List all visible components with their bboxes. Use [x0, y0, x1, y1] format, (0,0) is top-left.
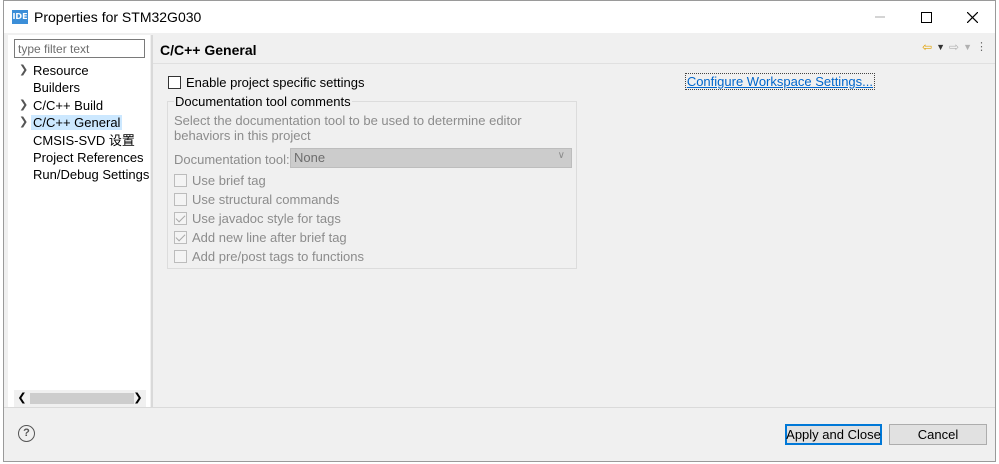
checkbox-label: Use javadoc style for tags: [192, 211, 341, 226]
close-icon: [966, 11, 978, 23]
configure-workspace-settings-link[interactable]: Configure Workspace Settings...: [684, 73, 876, 90]
maximize-button[interactable]: [903, 1, 949, 33]
ide-app-icon: IDE: [12, 10, 28, 24]
chevron-right-icon[interactable]: ❯: [19, 62, 28, 79]
checkbox-label: Enable project specific settings: [186, 75, 365, 90]
checkbox-box[interactable]: [174, 250, 187, 263]
checkbox-label: Add pre/post tags to functions: [192, 249, 364, 264]
close-button[interactable]: [949, 1, 995, 33]
add-new-line-after-brief-tag-checkbox[interactable]: Add new line after brief tag: [174, 230, 347, 245]
window-title: Properties for STM32G030: [34, 9, 202, 25]
page-navigation: ⇦ ▼ ⇨ ▼ ⋮: [922, 40, 987, 54]
tree-item-run-debug-settings[interactable]: Run/Debug Settings: [8, 166, 150, 183]
view-menu-icon[interactable]: ⋮: [976, 40, 987, 54]
chevron-right-icon[interactable]: ❯: [19, 114, 28, 131]
minimize-button[interactable]: [857, 1, 903, 33]
checkbox-label: Use brief tag: [192, 173, 266, 188]
group-title: Documentation tool comments: [174, 94, 352, 109]
use-javadoc-style-checkbox[interactable]: Use javadoc style for tags: [174, 211, 341, 226]
tree-item-cpp-build[interactable]: ❯ C/C++ Build: [8, 97, 150, 114]
tree-item-project-references[interactable]: Project References: [8, 149, 150, 166]
apply-and-close-button[interactable]: Apply and Close: [785, 424, 882, 445]
tree-item-label: Project References: [33, 149, 144, 165]
checkbox-box[interactable]: [174, 174, 187, 187]
tree-item-cpp-general[interactable]: ❯ C/C++ General: [8, 114, 150, 131]
properties-tree-pane: ❯ Resource Builders ❯ C/C++ Build ❯ C/C+…: [8, 35, 150, 407]
tree-item-label: C/C++ Build: [33, 97, 104, 113]
checkbox-box[interactable]: [174, 231, 187, 244]
documentation-tool-select[interactable]: None ∨: [290, 148, 572, 168]
filter-input[interactable]: [14, 39, 145, 58]
use-brief-tag-checkbox[interactable]: Use brief tag: [174, 173, 266, 188]
documentation-tool-label: Documentation tool:: [174, 152, 290, 167]
enable-project-specific-checkbox[interactable]: Enable project specific settings: [168, 75, 364, 90]
scroll-left-icon[interactable]: ❮: [16, 391, 28, 406]
properties-dialog: IDE Properties for STM32G030 ❯ Resource …: [3, 0, 996, 462]
tree-item-label: Builders: [33, 80, 80, 96]
properties-tree: ❯ Resource Builders ❯ C/C++ Build ❯ C/C+…: [8, 62, 150, 184]
tree-item-builders[interactable]: Builders: [8, 79, 150, 96]
scrollbar-thumb[interactable]: [30, 393, 134, 404]
select-value: None: [294, 150, 326, 165]
tree-item-label: Resource: [33, 63, 89, 78]
tree-item-label: CMSIS-SVD 设置: [33, 132, 135, 148]
back-dropdown-icon[interactable]: ▼: [936, 42, 945, 54]
forward-dropdown-icon[interactable]: ▼: [963, 42, 972, 54]
chevron-right-icon[interactable]: ❯: [19, 97, 28, 114]
help-icon[interactable]: ?: [18, 425, 35, 442]
tree-item-label: C/C++ General: [31, 115, 123, 131]
cancel-button[interactable]: Cancel: [889, 424, 987, 445]
title-bar[interactable]: IDE Properties for STM32G030: [4, 1, 995, 33]
documentation-tool-group: Documentation tool comments Select the d…: [167, 94, 577, 269]
title-divider: [153, 63, 995, 64]
horizontal-scrollbar[interactable]: ❮ ❯: [14, 390, 146, 407]
checkbox-box[interactable]: [174, 193, 187, 206]
checkbox-label: Add new line after brief tag: [192, 230, 347, 245]
scroll-right-icon[interactable]: ❯: [132, 391, 144, 406]
page-title: C/C++ General: [160, 42, 257, 58]
back-arrow-icon[interactable]: ⇦: [922, 40, 932, 54]
button-bar-divider: [4, 407, 995, 408]
group-description: Select the documentation tool to be used…: [174, 113, 522, 143]
forward-arrow-icon[interactable]: ⇨: [949, 40, 959, 54]
minimize-icon: [875, 16, 885, 18]
maximize-icon: [920, 11, 932, 23]
checkbox-label: Use structural commands: [192, 192, 340, 207]
use-structural-commands-checkbox[interactable]: Use structural commands: [174, 192, 339, 207]
add-pre-post-tags-checkbox[interactable]: Add pre/post tags to functions: [174, 249, 364, 264]
chevron-down-icon: ∨: [557, 150, 565, 161]
checkbox-box[interactable]: [168, 76, 181, 89]
property-page: C/C++ General ⇦ ▼ ⇨ ▼ ⋮ Enable project s…: [153, 35, 995, 407]
tree-item-label: Run/Debug Settings: [33, 167, 150, 183]
checkbox-box[interactable]: [174, 212, 187, 225]
tree-item-resource[interactable]: ❯ Resource: [8, 62, 150, 79]
tree-item-cmsis-svd[interactable]: CMSIS-SVD 设置: [8, 132, 150, 149]
